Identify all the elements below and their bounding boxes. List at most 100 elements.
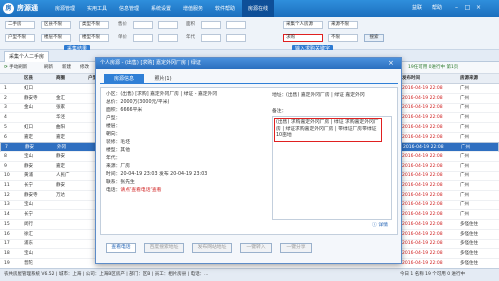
listing-detail-dialog: 个人房源 - (出售) [求购] 嘉定外冈厂房 | 绿证 × 房源信息 照片(1… — [95, 57, 402, 264]
table-cell: 13 — [4, 202, 10, 208]
publish-site-address-button[interactable]: 发布网站地址 — [192, 243, 232, 253]
table-cell: 宝山 — [24, 202, 33, 208]
user-name[interactable]: 益联 — [412, 4, 422, 11]
table-cell: 9 — [4, 163, 7, 169]
refresh-icon: ⟳ — [4, 65, 8, 70]
status-select[interactable]: 不限 — [328, 34, 358, 42]
table-cell: 嘉定 — [56, 163, 65, 169]
table-cell: 宝山 — [24, 250, 33, 256]
floor-select[interactable]: 楼层不限 — [41, 34, 71, 42]
column-header[interactable]: 商圈 — [56, 74, 65, 84]
baidu-search-address-button[interactable]: 百度搜索地址 — [144, 243, 184, 253]
house-type-select[interactable]: 二手房 — [5, 21, 35, 29]
table-cell: 10 — [4, 173, 10, 179]
manual-refresh-button[interactable]: ⟳ 手动刷新 — [4, 64, 27, 72]
table-cell: 嘉定 — [56, 134, 65, 140]
year-max-input[interactable] — [226, 34, 246, 42]
table-cell: 广州 — [460, 192, 469, 198]
nav-value-added[interactable]: 增值服务 — [178, 0, 208, 17]
detail-field-key: 楼层： — [106, 124, 121, 129]
table-cell: 2016-04-19 22:08 — [402, 95, 443, 101]
table-cell: 2016-04-19 22:08 — [402, 192, 443, 198]
table-cell: 2016-04-19 22:08 — [402, 105, 443, 111]
table-cell: 广州 — [460, 95, 469, 101]
search-button[interactable]: 搜索 — [364, 34, 384, 42]
column-header[interactable]: 发布时间 — [402, 74, 420, 84]
dialog-tab-strip — [100, 72, 398, 84]
table-cell: 2016-04-19 22:08 — [402, 124, 443, 130]
table-cell: 2016-04-19 22:08 — [402, 173, 443, 179]
table-cell: 广州 — [460, 86, 469, 91]
detail-field-key: 联系： — [106, 180, 121, 185]
status-right: 今日 1 名称 19 个可用 0 进行中 — [400, 272, 466, 277]
nav-settings[interactable]: 系统设置 — [146, 0, 176, 17]
price-max-input[interactable] — [158, 21, 178, 29]
area-min-input[interactable] — [201, 21, 221, 29]
area-max-input[interactable] — [226, 21, 246, 29]
building-type-select[interactable]: 楼型不限 — [79, 34, 109, 42]
tab-photos[interactable]: 照片(1) — [148, 74, 178, 84]
view-phone-button[interactable]: 查看电话 — [106, 243, 136, 253]
detail-field-key: 来源： — [106, 164, 121, 169]
detail-field-key: 朝向： — [106, 132, 121, 137]
table-cell: 11 — [4, 183, 10, 188]
collect-source-select[interactable]: 采集个人房源 — [283, 21, 323, 29]
detail-field-key: 时间： — [106, 172, 121, 177]
nav-tools[interactable]: 实用工具 — [82, 0, 112, 17]
price-min-input[interactable] — [133, 21, 153, 29]
nav-house-management[interactable]: 房源管理 — [50, 0, 80, 17]
dialog-close-icon[interactable]: × — [388, 59, 394, 67]
remark-label: 备注： — [272, 109, 287, 114]
table-cell: 2 — [4, 95, 7, 101]
app-title: 房源通 — [17, 4, 38, 12]
layout-select[interactable]: 户型不限 — [5, 34, 35, 42]
table-cell: 静安 — [24, 163, 33, 169]
new-button[interactable]: 新建 — [62, 64, 71, 72]
toolbar-status: 19任可用 0进行中 第1页 — [408, 65, 459, 70]
tab-personal-second-hand[interactable]: 采集个人二手房 — [4, 51, 50, 62]
nav-info[interactable]: 信息管理 — [114, 0, 144, 17]
edit-button[interactable]: 修改 — [80, 64, 89, 72]
tab-house-info[interactable]: 房源信息 — [104, 74, 144, 84]
nav-help[interactable]: 软件帮助 — [210, 0, 240, 17]
maximize-icon[interactable]: □ — [463, 3, 472, 12]
year-min-input[interactable] — [201, 34, 221, 42]
detail-field-key: 电话： — [106, 188, 121, 193]
unit-price-max-input[interactable] — [158, 34, 178, 42]
category-select[interactable]: 类型不限 — [79, 21, 109, 29]
manual-refresh-label: 手动刷新 — [9, 65, 28, 70]
source-select[interactable]: 来源不限 — [328, 21, 358, 29]
area-label: 面积 — [186, 22, 195, 27]
close-icon[interactable]: × — [474, 3, 483, 12]
refresh-button[interactable]: 刷新 — [44, 64, 53, 72]
detail-field: 联系：张先生 — [106, 179, 217, 187]
table-cell: 2016-04-19 22:08 — [402, 163, 443, 169]
help-link[interactable]: 帮助 — [432, 4, 442, 11]
table-cell: 2016-04-19 22:08 — [402, 153, 443, 159]
keyword-search-input[interactable]: 求购 — [283, 34, 323, 42]
unit-price-min-input[interactable] — [133, 34, 153, 42]
details-link-label: 详情 — [378, 223, 388, 228]
district-select[interactable]: 区县不限 — [41, 21, 71, 29]
detail-field-key: 小区： — [106, 92, 121, 97]
table-cell: 虹口 — [24, 86, 33, 91]
column-header[interactable]: 房源来源 — [460, 74, 478, 84]
detail-field-value: (出售) [求购] 嘉定外冈厂房 | 绿证 - 嘉定外冈 — [120, 92, 218, 97]
one-click-share-button[interactable]: 一键分享 — [280, 243, 312, 253]
detail-field-key: 楼型： — [106, 148, 121, 153]
table-cell: 宝山 — [24, 153, 33, 159]
table-cell: 2016-04-19 22:08 — [402, 241, 443, 247]
column-header[interactable]: 区县 — [24, 74, 33, 84]
table-cell: 8 — [4, 153, 7, 159]
table-cell: 静安 — [56, 183, 65, 188]
one-click-transfer-button[interactable]: 一键转入 — [240, 243, 272, 253]
unit-price-label: 单价 — [118, 35, 127, 40]
table-cell: 2016-04-19 22:08 — [402, 221, 443, 227]
nav-online[interactable]: 房源在线 — [242, 0, 274, 17]
detail-field: 装修：毛坯 — [106, 139, 217, 147]
table-cell: 静安寺 — [24, 192, 38, 198]
details-link[interactable]: ⓘ 详情 — [372, 222, 388, 230]
minimize-icon[interactable]: – — [452, 3, 461, 12]
table-cell: 虹口 — [24, 124, 33, 130]
detail-field-value: 毛坯 — [120, 140, 131, 145]
